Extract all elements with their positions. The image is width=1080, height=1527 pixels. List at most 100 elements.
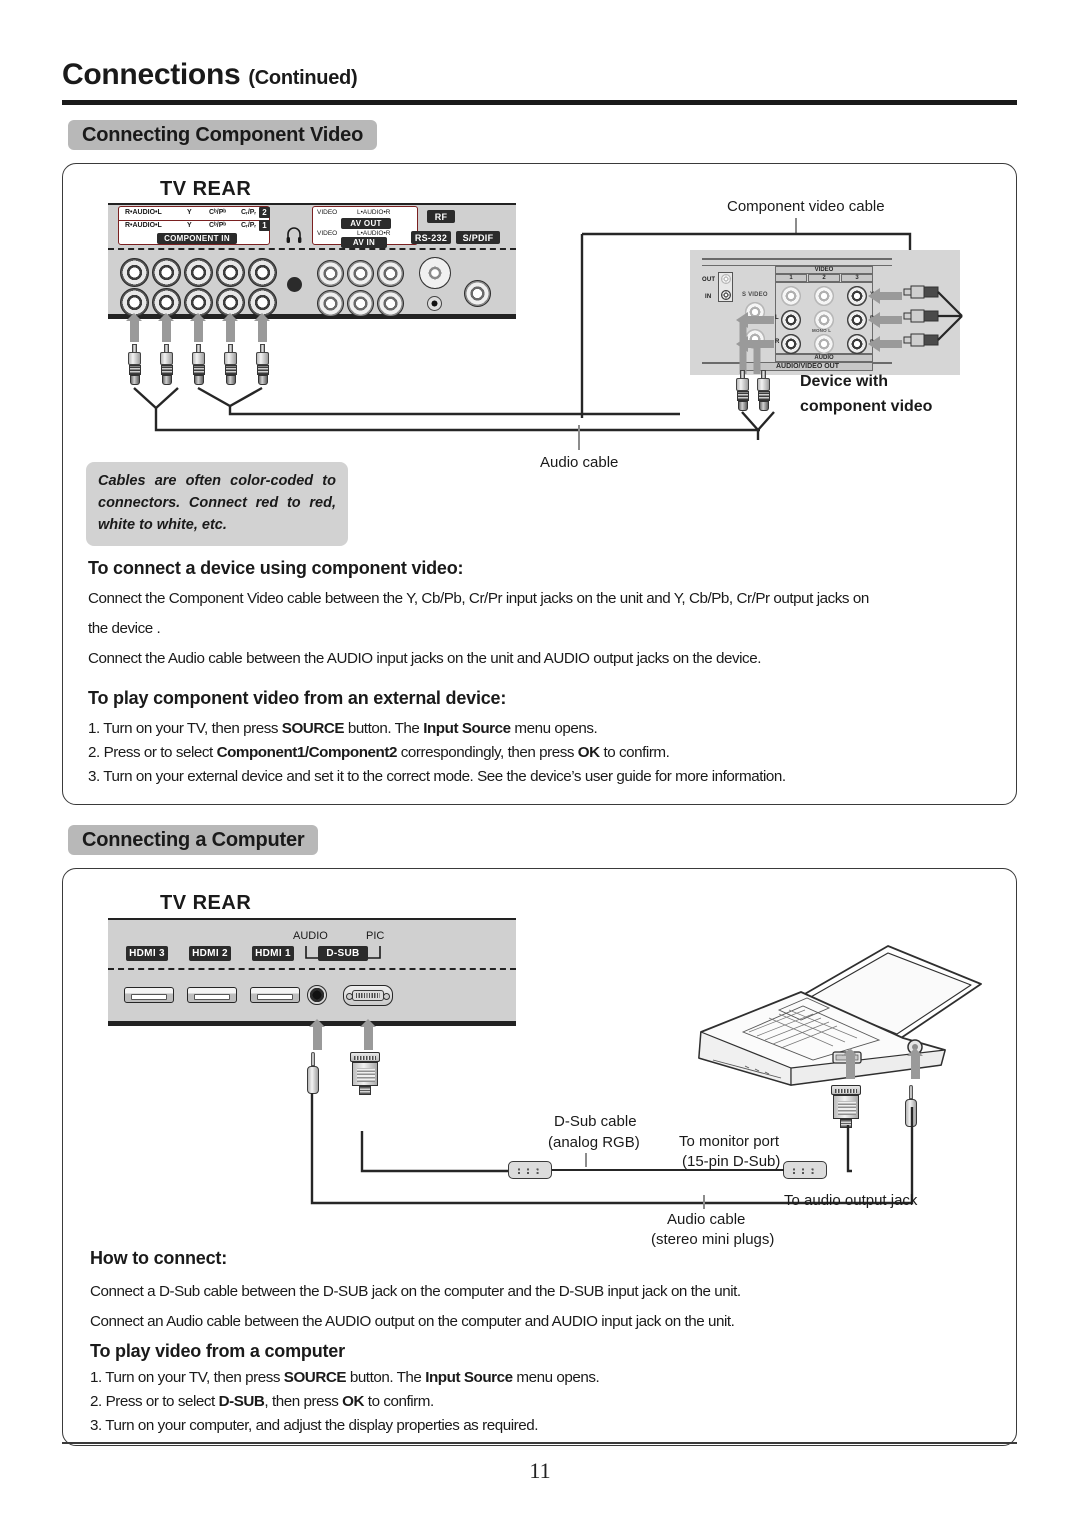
component-step-1: 1. Turn on your TV, then press SOURCE bu… [88, 720, 598, 737]
device-connection-arrow [868, 288, 902, 304]
av-jack [347, 290, 374, 317]
component-row1-y: Y [187, 222, 192, 229]
device-audio-footer: AUDIO [775, 354, 873, 362]
connection-arrow [254, 313, 270, 342]
component-howto-p2: the device . [88, 620, 161, 637]
component-row2-audio: R•AUDIO•L [125, 209, 162, 216]
callout-dsub-cable-l1: D-Sub cable [554, 1113, 637, 1130]
step-number: 3. [90, 1417, 102, 1434]
step-text: Turn on your computer, and adjust the di… [105, 1417, 538, 1434]
av-in-tag: AV IN [341, 237, 387, 248]
device-component-plugs [903, 285, 963, 347]
laptop-audio-arrow [907, 1048, 923, 1079]
leader-line [703, 1195, 705, 1209]
headphone-jack [287, 277, 302, 292]
component-howto-heading: To connect a device using component vide… [88, 558, 464, 578]
av-in-audio-label: L•AUDIO•R [357, 230, 391, 237]
step-number: 2. [88, 744, 100, 761]
device-optical-in [721, 290, 731, 300]
computer-step-3: 3. Turn on your computer, and adjust the… [90, 1417, 538, 1434]
rca-jack [184, 258, 213, 287]
computer-play-heading: To play video from a computer [90, 1341, 345, 1361]
component-in-label-box: R•AUDIO•L Y Cᵇ/Pᵇ Cᵣ/Pᵣ R•AUDIO•L Y Cᵇ/P… [118, 206, 270, 245]
leader-line [578, 425, 580, 450]
component-row2-y: Y [187, 209, 192, 216]
callout-component-video-cable: Component video cable [727, 198, 885, 215]
device-audio-l-jack [781, 310, 801, 330]
connection-arrow [158, 313, 174, 342]
computer-howto-p2: Connect an Audio cable between the AUDIO… [90, 1313, 735, 1330]
audio-connection-arrow [309, 1019, 325, 1050]
component-howto-p3: Connect the Audio cable between the AUDI… [88, 650, 761, 667]
av-jack [317, 290, 344, 317]
device-pb-jack [847, 310, 867, 330]
rf-tag: RF [427, 210, 455, 223]
spdif-jack [464, 280, 491, 307]
computer-howto-heading: How to connect: [90, 1248, 227, 1268]
device-audio-cable-join [741, 411, 775, 440]
vga-inner-shell [352, 989, 384, 1002]
callout-audio-output-jack: To audio output jack [784, 1192, 918, 1209]
component-row1-audio: R•AUDIO•L [125, 222, 162, 229]
callout-device-line1: Device with [800, 373, 889, 390]
rs232-jack [427, 296, 442, 311]
step-number: 3. [88, 768, 100, 785]
device-video-num-1: 1 [775, 274, 807, 282]
av-jack [377, 260, 404, 287]
rs232-tag: RS-232 [411, 231, 451, 244]
computer-step-1: 1. Turn on your TV, then press SOURCE bu… [90, 1369, 600, 1386]
component-step-2: 2. Press or to select Component1/Compone… [88, 744, 670, 761]
section-heading-component-video: Connecting Component Video [68, 120, 378, 150]
device-in-label: IN [705, 294, 712, 300]
panel-dashed-divider [108, 248, 516, 250]
rca-jack [248, 258, 277, 287]
av-jack [377, 290, 404, 317]
audio-input-jack [307, 985, 327, 1005]
device-connection-arrow [868, 336, 902, 352]
step-text: Press or to select Component1/Component2… [103, 744, 670, 761]
component-howto-p1: Connect the Component Video cable betwee… [88, 590, 869, 607]
section-heading-component-video-label: Connecting Component Video [82, 123, 364, 146]
dsub-connection-arrow [360, 1019, 376, 1050]
spdif-tag: S/PDIF [456, 231, 500, 244]
device-pr-jack [847, 334, 867, 354]
component-jack-number-1: 1 [259, 220, 270, 231]
connection-arrow [222, 313, 238, 342]
footer-divider [62, 1442, 1017, 1444]
callout-device-line2: component video [800, 398, 933, 415]
connection-arrow [190, 313, 206, 342]
component-jack-number-2: 2 [259, 207, 270, 218]
av-in-video-label: VIDEO [317, 230, 338, 237]
av-out-video-label: VIDEO [317, 209, 338, 216]
step-text: Turn on your TV, then press SOURCE butto… [105, 1369, 600, 1386]
section-heading-computer-label: Connecting a Computer [82, 828, 305, 851]
callout-audio-cable: Audio cable [540, 454, 619, 471]
device-y-jack [847, 286, 867, 306]
rca-jack [120, 258, 149, 287]
device-video1-jack [781, 286, 801, 306]
callout-audio-cable-l1: Audio cable [667, 1211, 746, 1228]
title-divider [62, 100, 1017, 105]
laptop-dsub-arrow [842, 1048, 858, 1079]
device-audio2-jack [814, 310, 834, 330]
dsub-input-port [343, 985, 393, 1006]
device-mono-label: MONO L [812, 328, 832, 333]
step-text: Turn on your TV, then press SOURCE butto… [103, 720, 598, 737]
device-video2-jack [814, 286, 834, 306]
rf-coax-jack [419, 257, 451, 289]
vga-screw [383, 993, 390, 1000]
hdmi-port-2 [187, 987, 237, 1003]
component-row2-cr: Cᵣ/Pᵣ [241, 209, 257, 216]
component-play-heading: To play component video from an external… [88, 688, 507, 708]
device-video-num-3: 3 [841, 274, 873, 282]
page-title-main: Connections [62, 58, 241, 91]
component-step-3: 3. Turn on your external device and set … [88, 768, 786, 785]
panel-dashed-divider-2 [108, 968, 516, 970]
device-out-label: OUT [702, 277, 716, 283]
device-left-label: L [775, 315, 779, 321]
page-title: Connections (Continued) [62, 58, 358, 92]
manual-page: Connections (Continued) Connecting Compo… [0, 0, 1080, 1527]
hdmi3-tag: HDMI 3 [126, 946, 168, 961]
device-connection-arrow [868, 312, 902, 328]
device-video-num-2: 2 [808, 274, 840, 282]
